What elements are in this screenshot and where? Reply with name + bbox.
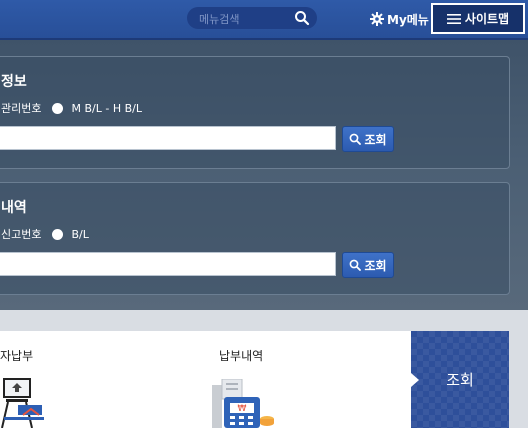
search-icon [350, 259, 362, 271]
radio-bl[interactable] [52, 228, 64, 240]
option-label-manage-no: 관리번호 [1, 102, 42, 115]
panel-title: 정보 [1, 74, 27, 90]
option-row: 신고번호 B/L [1, 226, 89, 242]
query-button[interactable]: 조회 [411, 331, 509, 428]
my-menu-label: My메뉴 [387, 12, 429, 27]
payment-terminal-icon[interactable]: ₩ [210, 379, 278, 428]
top-navigation-bar: My메뉴 사이트맵 [0, 0, 528, 40]
report-number-field[interactable] [0, 252, 339, 277]
e-payment-label[interactable]: 자납부 [0, 347, 33, 364]
gear-icon [370, 12, 384, 26]
sitemap-button[interactable]: 사이트맵 [431, 3, 525, 34]
search-button-label: 조회 [364, 258, 387, 273]
cargo-info-panel: 정보 관리번호 M B/L - H B/L 조회 [0, 56, 510, 169]
my-menu-button[interactable]: My메뉴 [370, 9, 430, 29]
cargo-number-input[interactable] [0, 127, 339, 151]
hamburger-icon [446, 13, 461, 24]
computer-payment-icon[interactable] [0, 375, 48, 428]
cargo-number-field[interactable] [0, 126, 339, 151]
search-icon[interactable] [293, 9, 311, 27]
report-number-input[interactable] [0, 253, 339, 277]
report-search-button[interactable]: 조회 [342, 252, 394, 278]
main-query-area: 정보 관리번호 M B/L - H B/L 조회 내역 신고번호 B/L 조회 [0, 40, 528, 310]
svg-text:₩: ₩ [238, 404, 247, 414]
service-card: 자납부 납부내역 ₩ [0, 331, 411, 428]
search-button-label: 조회 [364, 132, 387, 147]
cargo-search-button[interactable]: 조회 [342, 126, 394, 152]
panel-title: 내역 [1, 200, 27, 216]
service-shortcut-strip: 자납부 납부내역 ₩ 조회 [0, 310, 528, 428]
menu-search-input[interactable] [197, 9, 289, 29]
sitemap-label: 사이트맵 [464, 12, 510, 26]
option-row: 관리번호 M B/L - H B/L [1, 100, 142, 116]
pointer-arrow-icon [411, 373, 419, 387]
option-label-report-no: 신고번호 [1, 228, 42, 241]
radio-mbl-hbl[interactable] [52, 102, 64, 114]
menu-search-box [187, 7, 317, 29]
query-button-label: 조회 [446, 371, 474, 389]
option-label-mbl-hbl: M B/L - H B/L [71, 101, 142, 115]
option-label-bl: B/L [71, 227, 89, 241]
payment-history-label[interactable]: 납부내역 [219, 347, 263, 364]
report-history-panel: 내역 신고번호 B/L 조회 [0, 182, 510, 295]
search-icon [350, 133, 362, 145]
